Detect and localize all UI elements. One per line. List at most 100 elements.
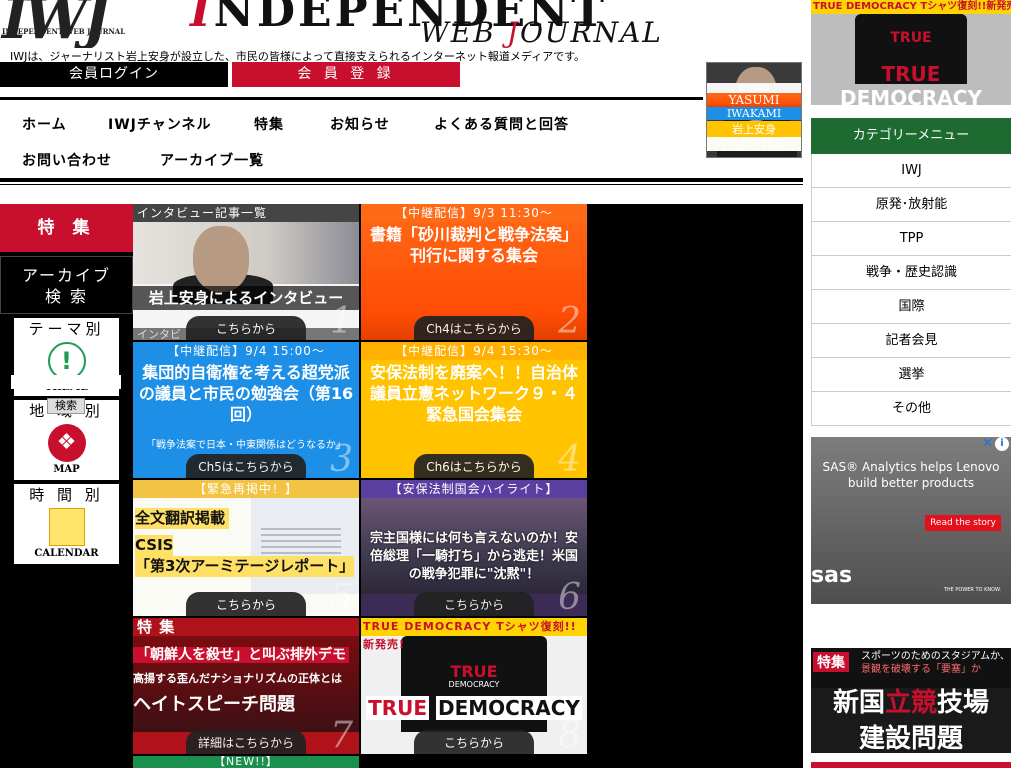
- logo-web-journal: WEB JOURNAL: [420, 16, 663, 48]
- tile-header: インタビュー記事一覧: [133, 204, 359, 222]
- tile-security-highlight[interactable]: 【安保法制国会ハイライト】 宗主国様には何も言えないのか！安倍総理「一騎打ち」か…: [361, 480, 587, 616]
- tile-number: 6: [558, 577, 581, 616]
- tile-title-line2: CSIS: [135, 535, 174, 556]
- tile-number: 8: [558, 715, 581, 754]
- calendar-icon: [48, 508, 85, 546]
- tile-header: 【中継配信】9/3 11:30～: [361, 204, 587, 222]
- japan-map-icon: ❖: [47, 424, 86, 462]
- ad-info-icon[interactable]: i: [995, 437, 1009, 451]
- tile-header: 【NEW!!】: [133, 756, 359, 768]
- time-filter-label: 時 間 別: [29, 486, 104, 504]
- tile-title: 岩上安身によるインタビュー: [133, 286, 359, 310]
- banner-subtitle: スポーツのためのスタジアムか、 景観を破壊する「要塞」か: [861, 651, 1010, 675]
- tile-subtitle: 「戦争法案で日本・中東関係はどうなるか」: [146, 440, 346, 451]
- tile-link-button[interactable]: こちらから: [186, 316, 306, 340]
- ad-title: TRUE DEMOCRACY: [840, 62, 982, 105]
- page: IWJ INDEPENDENT WEB JOURNAL INDEPENDENT …: [0, 0, 1024, 768]
- editor-profile-banner[interactable]: 責任編集 YASUMI IWAKAMI 岩上安身 PROFILE: [706, 62, 802, 158]
- theme-filter-label: テーマ別: [28, 320, 105, 338]
- sas-tagline: THE POWER TO KNOW.: [943, 587, 1001, 593]
- tile-title-line3: ヘイトスピーチ問題: [133, 694, 295, 715]
- tile-link-button[interactable]: こちらから: [414, 730, 534, 754]
- tile-ch6[interactable]: 【中継配信】9/4 15:30～ 安保法制を廃案へ！！自治体議員立憲ネットワーク…: [361, 342, 587, 478]
- tile-link-button[interactable]: 詳細はこちらから: [186, 730, 306, 754]
- profile-name-ja: 岩上安身: [707, 121, 801, 137]
- tile-new[interactable]: 【NEW!!】: [133, 756, 359, 768]
- category-election[interactable]: 選挙: [811, 358, 1011, 392]
- tshirt-ad-banner[interactable]: TRUE DEMOCRACY Tシャツ復刻!!新発売! TRUE TRUE DE…: [811, 0, 1011, 105]
- sas-ad[interactable]: i ✕ SAS® Analytics helps Lenovo build be…: [811, 437, 1011, 604]
- category-menu: IWJ 原発･放射能 TPP 戦争・歴史認識 国際 記者会見 選挙 その他: [811, 154, 1011, 426]
- tile-link-button[interactable]: Ch4はこちらから: [414, 316, 534, 340]
- nav-news[interactable]: お知らせ: [330, 114, 390, 134]
- category-war-history[interactable]: 戦争・歴史認識: [811, 256, 1011, 290]
- tile-number: 3: [330, 439, 353, 478]
- ad-headline: TRUE DEMOCRACY Tシャツ復刻!!新発売!: [811, 0, 1011, 14]
- category-other[interactable]: その他: [811, 392, 1011, 426]
- tile-title-lines: 全文翻訳掲載 CSIS 「第3次アーミテージレポート」: [133, 508, 359, 577]
- nav-iwj-channel[interactable]: IWJチャンネル: [108, 114, 211, 134]
- nav-faq[interactable]: よくある質問と回答: [434, 114, 569, 134]
- time-filter[interactable]: 時 間 別 CALENDAR: [14, 484, 119, 564]
- tile-number: 5: [330, 577, 353, 616]
- header-divider: [0, 97, 703, 100]
- archive-search-button[interactable]: 検索: [47, 398, 85, 414]
- tile-title: 宗主国様には何も言えないのか！安倍総理「一騎打ち」から逃走！米国の戦争犯罪に"沈…: [369, 531, 578, 582]
- ad-text: SAS® Analytics helps Lenovo build better…: [822, 460, 1000, 490]
- tile-header: 特 集: [133, 618, 359, 636]
- ad-cta-button[interactable]: Read the story: [925, 515, 1001, 531]
- banner-title-line1: 新国立競技場: [832, 688, 990, 718]
- ad-close-icon[interactable]: ✕: [982, 437, 993, 451]
- tile-number: 2: [558, 301, 581, 340]
- member-login-button[interactable]: 会員ログイン: [0, 62, 228, 87]
- member-register-button[interactable]: 会 員 登 録: [232, 62, 460, 87]
- tile-tshirt[interactable]: TRUE DEMOCRACY TRUE DEMOCRACY Tシャツ復刻!!新発…: [361, 618, 587, 754]
- tile-hate-speech[interactable]: 特 集 「朝鮮人を殺せ」と叫ぶ排外デモ 高揚する歪んだナショナリズムの正体とは …: [133, 618, 359, 754]
- tile-link-button[interactable]: Ch5はこちらから: [186, 454, 306, 478]
- tile-ch5[interactable]: 【中継配信】9/4 15:00～ 集団的自衛権を考える超党派の議員と市民の勉強会…: [133, 342, 359, 478]
- tile-header: 【安保法制国会ハイライト】: [361, 480, 587, 498]
- tile-header: 【緊急再掲中！】: [133, 480, 359, 498]
- tile-interviews[interactable]: インタビュー記事一覧 岩上安身によるインタビュー インタビ こちらから 1: [133, 204, 359, 340]
- site-logo[interactable]: IWJ INDEPENDENT WEB JOURNAL INDEPENDENT …: [0, 0, 805, 48]
- tile-title-line3: 「第3次アーミテージレポート」: [135, 556, 355, 577]
- tile-link-button[interactable]: こちらから: [414, 592, 534, 616]
- left-sidebar: 特 集 アーカイブ 検 索 テーマ別 ! THEME 地 域 別 ❖ MAP 時…: [0, 204, 133, 768]
- tile-title-line1: 「朝鮮人を殺せ」と叫ぶ排外デモ: [133, 644, 359, 664]
- tile-link-button[interactable]: Ch6はこちらから: [414, 454, 534, 478]
- nav-divider-thin: [0, 184, 803, 185]
- banner-title-line2: 建設問題: [858, 724, 963, 753]
- feature-tag: 特集: [813, 652, 849, 672]
- tile-link-button[interactable]: こちらから: [186, 592, 306, 616]
- sas-logo: sas: [811, 563, 853, 588]
- tile-header: 【中継配信】9/4 15:30～: [361, 342, 587, 360]
- featured-button[interactable]: 特 集: [0, 204, 133, 252]
- profile-label: PROFILE: [707, 137, 801, 151]
- category-press-conference[interactable]: 記者会見: [811, 324, 1011, 358]
- tile-ch4[interactable]: 【中継配信】9/3 11:30～ 書籍「砂川裁判と戦争法案」刊行に関する集会 C…: [361, 204, 587, 340]
- nav-home[interactable]: ホーム: [22, 114, 67, 134]
- tile-header: 【中継配信】9/4 15:00～: [133, 342, 359, 360]
- tile-number: 7: [330, 715, 353, 754]
- stadium-feature-banner[interactable]: 特集 スポーツのためのスタジアムか、 景観を破壊する「要塞」か 新国立競技場 建…: [811, 648, 1011, 753]
- category-iwj[interactable]: IWJ: [811, 154, 1011, 188]
- tile-number: 1: [330, 301, 353, 340]
- archive-search-heading: アーカイブ 検 索: [0, 256, 133, 314]
- archive-search-input[interactable]: [11, 375, 121, 389]
- logo-iwj-sub: INDEPENDENT WEB JOURNAL: [2, 27, 126, 36]
- tile-title: 安保法制を廃案へ！！自治体議員立憲ネットワーク９・４緊急国会集会: [369, 363, 578, 424]
- category-tpp[interactable]: TPP: [811, 222, 1011, 256]
- profile-name-en2: IWAKAMI: [707, 107, 801, 120]
- interview-photo-face: [193, 226, 249, 292]
- nav-archive-list[interactable]: アーカイブ一覧: [160, 150, 264, 170]
- category-menu-heading: カテゴリーメニュー: [811, 118, 1011, 154]
- nav-contact[interactable]: お問い合わせ: [22, 150, 112, 170]
- category-international[interactable]: 国際: [811, 290, 1011, 324]
- tile-header: TRUE DEMOCRACY Tシャツ復刻!!新発売!: [361, 618, 587, 651]
- nav-featured[interactable]: 特集: [254, 114, 284, 134]
- tile-number: 4: [558, 439, 581, 478]
- archive-search-label: 検 索: [44, 287, 89, 306]
- archive-label: アーカイブ: [21, 266, 112, 285]
- tile-csis-report[interactable]: 【緊急再掲中！】 全文翻訳掲載 CSIS 「第3次アーミテージレポート」 こちら…: [133, 480, 359, 616]
- category-nuclear[interactable]: 原発･放射能: [811, 188, 1011, 222]
